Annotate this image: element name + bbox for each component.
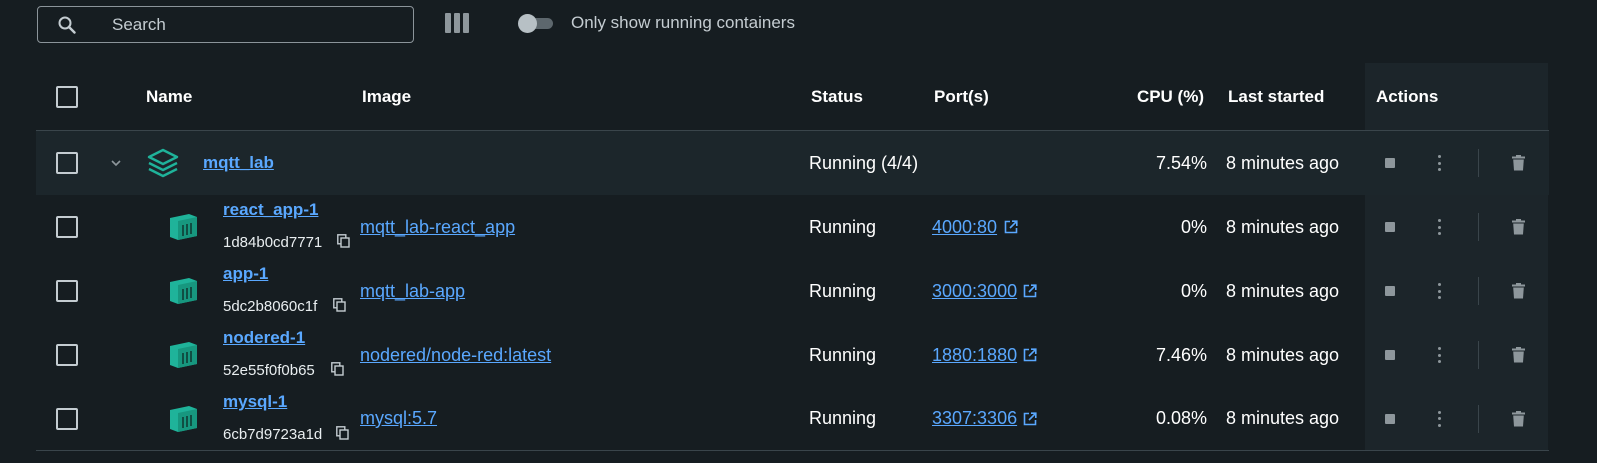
trash-icon[interactable]	[1512, 410, 1525, 427]
container-last-started: 8 minutes ago	[1226, 344, 1340, 365]
running-only-toggle[interactable]	[518, 14, 554, 33]
copy-icon[interactable]	[337, 234, 350, 248]
trash-icon[interactable]	[1512, 283, 1525, 299]
container-cpu: 0.08%	[1155, 408, 1207, 428]
container-id: 6cb7d9723a1d	[223, 425, 323, 443]
table-row[interactable]: nodered-1 52e55f0f0b65 nodered/node-red:…	[36, 323, 1549, 387]
port-link[interactable]: 3000:3000	[932, 259, 1017, 323]
container-id: 52e55f0f0b65	[223, 361, 315, 379]
external-link-icon[interactable]	[1023, 284, 1037, 298]
chevron-down-icon[interactable]	[110, 157, 122, 169]
image-link[interactable]: mqtt_lab-react_app	[360, 195, 515, 259]
header-cpu[interactable]: CPU (%)	[1096, 63, 1204, 130]
action-divider	[1478, 149, 1479, 177]
header-actions: Actions	[1376, 86, 1439, 106]
port-link[interactable]: 4000:80	[932, 195, 997, 259]
image-link[interactable]: mysql:5.7	[360, 387, 437, 450]
container-status: Running	[809, 408, 877, 428]
container-icon	[170, 278, 197, 304]
row-checkbox[interactable]	[56, 407, 78, 430]
container-last-started: 8 minutes ago	[1226, 280, 1340, 301]
stop-icon[interactable]	[1385, 286, 1395, 296]
container-icon	[170, 342, 197, 368]
table-row[interactable]: react_app-1 1d84b0cd7771 mqtt_lab-react_…	[36, 195, 1549, 259]
select-all-checkbox[interactable]	[56, 85, 78, 108]
container-icon	[170, 406, 197, 432]
container-last-started: 8 minutes ago	[1226, 408, 1340, 428]
container-last-started: 8 minutes ago	[1226, 216, 1340, 237]
header-ports[interactable]: Port(s)	[934, 63, 989, 130]
action-divider	[1478, 341, 1479, 369]
search-box[interactable]	[37, 6, 414, 43]
stop-icon[interactable]	[1385, 413, 1395, 424]
stop-icon[interactable]	[1385, 158, 1395, 168]
stack-icon	[147, 148, 179, 178]
trash-icon[interactable]	[1512, 347, 1525, 363]
more-icon[interactable]	[1437, 155, 1441, 171]
container-status: Running	[809, 280, 877, 301]
external-link-icon[interactable]	[1004, 220, 1018, 234]
container-name-link[interactable]: react_app-1	[223, 199, 318, 221]
row-checkbox[interactable]	[56, 152, 78, 174]
image-link[interactable]: nodered/node-red:latest	[360, 323, 551, 387]
container-cpu: 7.46%	[1155, 344, 1207, 365]
more-icon[interactable]	[1437, 283, 1441, 299]
action-divider	[1478, 404, 1479, 433]
columns-icon[interactable]	[445, 13, 471, 33]
image-link[interactable]: mqtt_lab-app	[360, 259, 465, 323]
trash-icon[interactable]	[1512, 155, 1525, 171]
copy-icon[interactable]	[336, 426, 349, 440]
group-cpu: 7.54%	[1155, 152, 1207, 173]
group-last-started: 8 minutes ago	[1226, 152, 1340, 173]
search-input[interactable]	[112, 7, 402, 42]
container-name-link[interactable]: mysql-1	[223, 391, 287, 413]
container-id: 5dc2b8060c1f	[223, 297, 318, 315]
container-name-link[interactable]: app-1	[223, 263, 268, 285]
external-link-icon[interactable]	[1023, 412, 1037, 426]
header-name[interactable]: Name	[146, 63, 192, 130]
table-row[interactable]: app-1 5dc2b8060c1f mqtt_lab-app Running …	[36, 259, 1549, 323]
stop-icon[interactable]	[1385, 350, 1395, 360]
stop-icon[interactable]	[1385, 222, 1395, 232]
port-link[interactable]: 1880:1880	[932, 323, 1017, 387]
row-checkbox[interactable]	[56, 280, 78, 302]
container-cpu: 0%	[1180, 216, 1207, 237]
trash-icon[interactable]	[1512, 219, 1525, 235]
action-divider	[1478, 277, 1479, 305]
header-last-started[interactable]: Last started	[1228, 63, 1324, 130]
row-checkbox[interactable]	[56, 344, 78, 366]
row-checkbox[interactable]	[56, 216, 78, 238]
container-name-link[interactable]: nodered-1	[223, 327, 305, 349]
container-status: Running	[809, 216, 877, 237]
header-image[interactable]: Image	[362, 63, 411, 130]
compose-group-row[interactable]: mqtt_lab Running (4/4) 7.54% 8 minutes a…	[36, 131, 1549, 195]
more-icon[interactable]	[1437, 347, 1441, 363]
container-cpu: 0%	[1180, 280, 1207, 301]
more-icon[interactable]	[1437, 219, 1441, 235]
external-link-icon[interactable]	[1023, 348, 1037, 362]
action-divider	[1478, 213, 1479, 241]
toolbar: Only show running containers	[0, 0, 1597, 50]
copy-icon[interactable]	[331, 362, 344, 376]
more-icon[interactable]	[1437, 410, 1441, 427]
container-icon	[170, 214, 197, 240]
search-icon	[58, 16, 76, 34]
table-row[interactable]: mysql-1 6cb7d9723a1d mysql:5.7 Running 3…	[36, 387, 1549, 451]
running-only-label: Only show running containers	[571, 13, 795, 32]
header-status[interactable]: Status	[811, 63, 863, 130]
copy-icon[interactable]	[333, 298, 346, 312]
group-status: Running (4/4)	[809, 152, 919, 173]
container-status: Running	[809, 344, 877, 365]
group-name-link[interactable]: mqtt_lab	[203, 131, 274, 195]
table-header: Name Image Status Port(s) CPU (%) Last s…	[36, 63, 1549, 131]
port-link[interactable]: 3307:3306	[932, 387, 1017, 450]
container-id: 1d84b0cd7771	[223, 233, 323, 251]
